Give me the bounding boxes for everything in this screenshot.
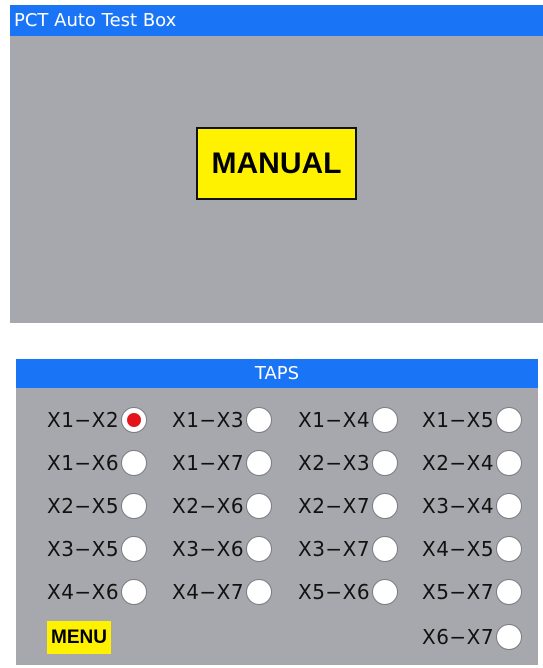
mode-manual-button[interactable]: MANUAL — [196, 127, 357, 200]
radio-icon[interactable] — [121, 579, 148, 605]
radio-icon[interactable] — [496, 450, 523, 476]
radio-icon[interactable] — [246, 450, 273, 476]
tap-label: X2−X6 — [172, 494, 245, 518]
tap-label: X3−X6 — [172, 537, 245, 561]
radio-selected-icon[interactable] — [121, 407, 148, 433]
tap-x2-x6[interactable]: X2−X6 — [172, 490, 273, 522]
tap-x6-x7[interactable]: X6−X7 — [422, 621, 523, 653]
taps-title: TAPS — [16, 359, 538, 388]
tap-label: X4−X7 — [172, 580, 245, 604]
tap-label: X5−X6 — [298, 580, 371, 604]
radio-icon[interactable] — [372, 536, 399, 562]
radio-icon[interactable] — [496, 536, 523, 562]
tap-x3-x4[interactable]: X3−X4 — [422, 490, 523, 522]
tap-x5-x7[interactable]: X5−X7 — [422, 576, 523, 608]
radio-icon[interactable] — [372, 450, 399, 476]
tap-label: X1−X3 — [172, 408, 245, 432]
tap-label: X1−X6 — [47, 451, 120, 475]
tap-x4-x7[interactable]: X4−X7 — [172, 576, 273, 608]
menu-button[interactable]: MENU — [47, 621, 111, 654]
radio-icon[interactable] — [372, 407, 399, 433]
radio-icon[interactable] — [496, 624, 523, 650]
tap-x2-x5[interactable]: X2−X5 — [47, 490, 148, 522]
tap-x1-x3[interactable]: X1−X3 — [172, 404, 273, 436]
tap-x1-x7[interactable]: X1−X7 — [172, 447, 273, 479]
tap-x2-x7[interactable]: X2−X7 — [298, 490, 399, 522]
radio-icon[interactable] — [121, 450, 148, 476]
tap-label: X2−X4 — [422, 451, 495, 475]
tap-x3-x6[interactable]: X3−X6 — [172, 533, 273, 565]
tap-label: X1−X7 — [172, 451, 245, 475]
tap-label: X1−X4 — [298, 408, 371, 432]
radio-icon[interactable] — [246, 536, 273, 562]
tap-x5-x6[interactable]: X5−X6 — [298, 576, 399, 608]
tap-x2-x4[interactable]: X2−X4 — [422, 447, 523, 479]
tap-x1-x6[interactable]: X1−X6 — [47, 447, 148, 479]
tap-x3-x7[interactable]: X3−X7 — [298, 533, 399, 565]
radio-icon[interactable] — [246, 407, 273, 433]
tap-label: X5−X7 — [422, 580, 495, 604]
tap-label: X3−X4 — [422, 494, 495, 518]
radio-icon[interactable] — [496, 579, 523, 605]
tap-label: X2−X3 — [298, 451, 371, 475]
radio-icon[interactable] — [246, 579, 273, 605]
tap-x4-x6[interactable]: X4−X6 — [47, 576, 148, 608]
radio-icon[interactable] — [372, 493, 399, 519]
radio-icon[interactable] — [246, 493, 273, 519]
tap-x1-x5[interactable]: X1−X5 — [422, 404, 523, 436]
tap-label: X2−X5 — [47, 494, 120, 518]
status-panel: PCT Auto Test Box MANUAL — [10, 5, 543, 323]
tap-label: X2−X7 — [298, 494, 371, 518]
tap-label: X4−X5 — [422, 537, 495, 561]
tap-x1-x2[interactable]: X1−X2 — [47, 404, 148, 436]
tap-x1-x4[interactable]: X1−X4 — [298, 404, 399, 436]
tap-x3-x5[interactable]: X3−X5 — [47, 533, 148, 565]
radio-icon[interactable] — [121, 493, 148, 519]
tap-label: X1−X5 — [422, 408, 495, 432]
tap-label: X3−X5 — [47, 537, 120, 561]
tap-label: X1−X2 — [47, 408, 120, 432]
radio-icon[interactable] — [496, 407, 523, 433]
radio-icon[interactable] — [372, 579, 399, 605]
tap-label: X6−X7 — [422, 625, 495, 649]
tap-x2-x3[interactable]: X2−X3 — [298, 447, 399, 479]
radio-icon[interactable] — [496, 493, 523, 519]
tap-label: X3−X7 — [298, 537, 371, 561]
radio-icon[interactable] — [121, 536, 148, 562]
tap-x4-x5[interactable]: X4−X5 — [422, 533, 523, 565]
window-title: PCT Auto Test Box — [10, 5, 543, 36]
taps-panel: TAPS X1−X2 X1−X3 X1−X4 X1−X5 X1−X6 X1−X7… — [16, 359, 538, 665]
tap-label: X4−X6 — [47, 580, 120, 604]
